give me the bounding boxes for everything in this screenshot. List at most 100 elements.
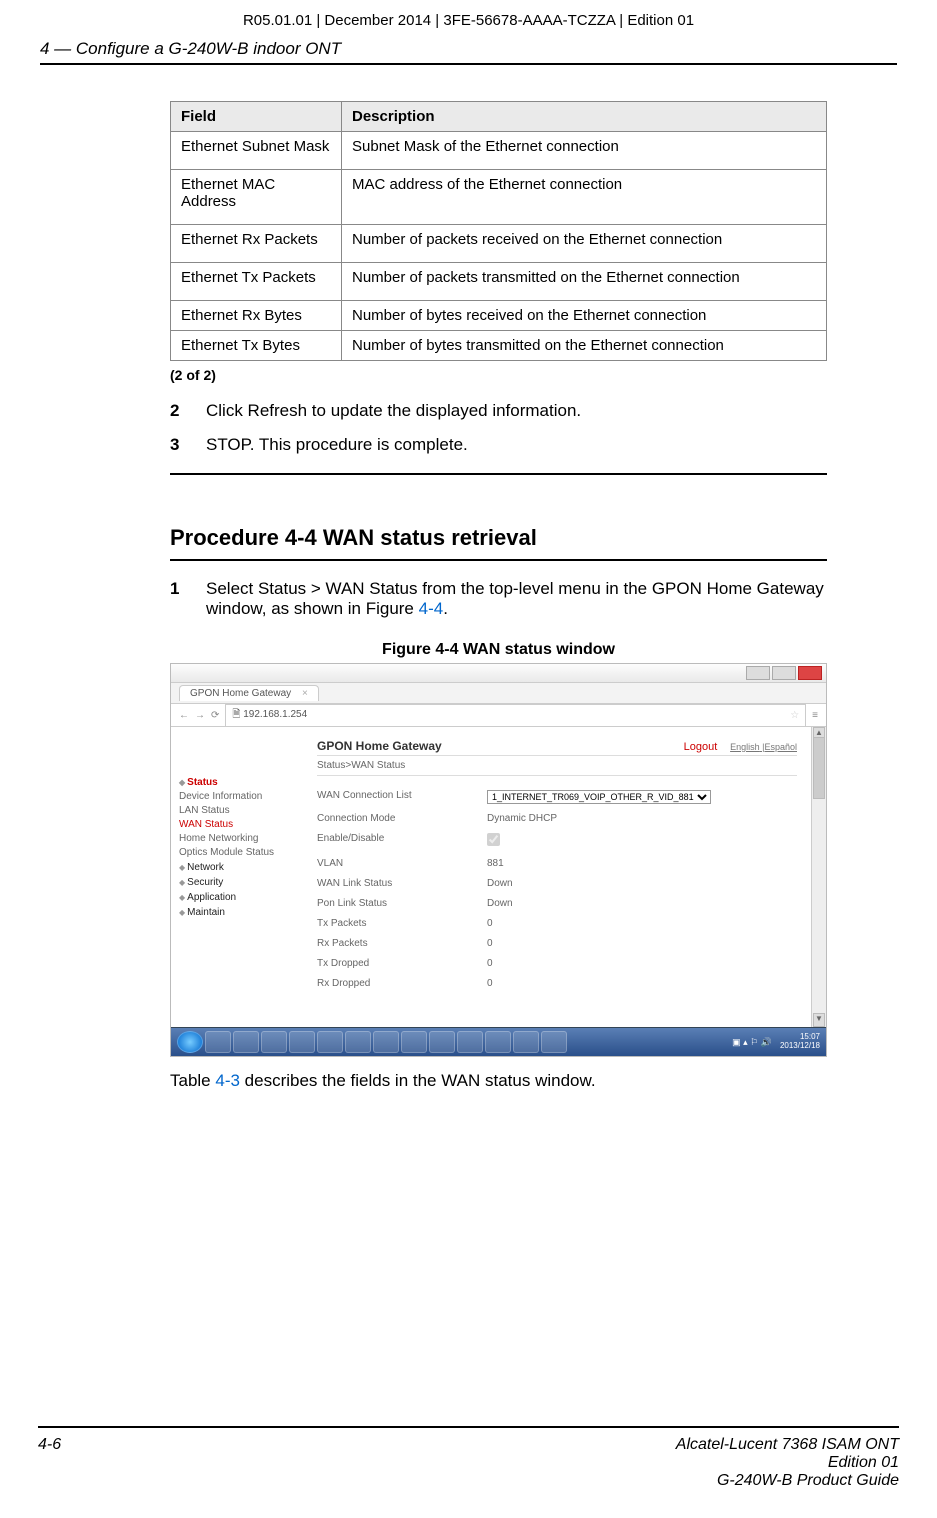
figure-wan-status-window: GPON Home Gateway × ← → ⟳ 🗎 192.168.1.25… (170, 663, 827, 1057)
row-wan-connection-list: WAN Connection List 1_INTERNET_TR069_VOI… (317, 790, 797, 804)
lang-espanol[interactable]: Español (764, 742, 797, 752)
value: 0 (487, 958, 493, 969)
taskbar-icon[interactable] (429, 1031, 455, 1053)
label: Pon Link Status (317, 898, 487, 909)
table-row: Ethernet Tx PacketsNumber of packets tra… (171, 263, 827, 301)
step-text: STOP. This procedure is complete. (206, 435, 827, 455)
step-text-pre: Select Status > WAN Status from the top-… (206, 579, 824, 618)
taskbar-icon[interactable] (541, 1031, 567, 1053)
footer-line1: Alcatel-Lucent 7368 ISAM ONT (676, 1436, 899, 1454)
field-description-table: Field Description Ethernet Subnet MaskSu… (170, 101, 827, 361)
cell-field: Ethernet Tx Bytes (171, 331, 342, 361)
footer-line2: Edition 01 (676, 1454, 899, 1472)
sidebar-group-status[interactable]: Status (179, 777, 299, 788)
sidebar-item-home-networking[interactable]: Home Networking (179, 833, 299, 844)
post-fig-post: describes the fields in the WAN status w… (240, 1071, 596, 1090)
taskbar-icon[interactable] (373, 1031, 399, 1053)
procedure-heading: Procedure 4-4 WAN status retrieval (170, 525, 827, 551)
back-icon[interactable]: ← (179, 710, 189, 721)
sidebar-item-optics-module-status[interactable]: Optics Module Status (179, 847, 299, 858)
step: 3 STOP. This procedure is complete. (170, 435, 827, 455)
bookmark-icon[interactable]: ☆ (790, 710, 799, 721)
value: Down (487, 898, 513, 909)
scroll-thumb[interactable] (813, 737, 825, 799)
minimize-icon[interactable] (746, 666, 770, 680)
taskbar-icon[interactable] (233, 1031, 259, 1053)
browser-tab-row: GPON Home Gateway × (171, 683, 826, 704)
taskbar-icon[interactable] (317, 1031, 343, 1053)
cell-field: Ethernet MAC Address (171, 170, 342, 225)
wan-connection-select[interactable]: 1_INTERNET_TR069_VOIP_OTHER_R_VID_881 (487, 790, 711, 804)
taskbar: ▣ ▴ ⚐ 🔊 15:07 2013/12/18 (171, 1027, 826, 1056)
lang-english[interactable]: English (730, 742, 760, 752)
sidebar-item-wan-status[interactable]: WAN Status (179, 819, 299, 830)
brand-title: GPON Home Gateway (317, 739, 442, 753)
browser-tab[interactable]: GPON Home Gateway × (179, 685, 319, 701)
forward-icon[interactable]: → (195, 710, 205, 721)
sidebar-group-application[interactable]: Application (179, 892, 299, 903)
doc-meta: R05.01.01 | December 2014 | 3FE-56678-AA… (40, 12, 897, 29)
value: 0 (487, 918, 493, 929)
row-rx-packets: Rx Packets 0 (317, 938, 797, 949)
value: 0 (487, 938, 493, 949)
step-text-post: . (443, 599, 448, 618)
taskbar-icon[interactable] (401, 1031, 427, 1053)
sidebar-group-maintain[interactable]: Maintain (179, 907, 299, 918)
th-field: Field (171, 102, 342, 132)
procedure-steps-a: 2 Click Refresh to update the displayed … (170, 401, 827, 455)
sidebar-group-network[interactable]: Network (179, 862, 299, 873)
taskbar-icon[interactable] (289, 1031, 315, 1053)
table-link[interactable]: 4-3 (215, 1071, 240, 1090)
address-bar-row: ← → ⟳ 🗎 192.168.1.254 ☆ ≡ (171, 704, 826, 727)
breadcrumb: Status>WAN Status (317, 755, 797, 776)
label: Rx Packets (317, 938, 487, 949)
table-row: Ethernet Subnet MaskSubnet Mask of the E… (171, 132, 827, 170)
maximize-icon[interactable] (772, 666, 796, 680)
scroll-down-icon[interactable]: ▼ (813, 1013, 825, 1027)
main-panel: GPON Home Gateway Logout English |Españo… (303, 727, 811, 1027)
menu-icon[interactable]: ≡ (812, 710, 818, 721)
sidebar-item-device-info[interactable]: Device Information (179, 791, 299, 802)
figure-link[interactable]: 4-4 (419, 599, 444, 618)
footer-rule (38, 1426, 899, 1428)
window-titlebar (171, 664, 826, 683)
step-number: 1 (170, 579, 206, 619)
label: Enable/Disable (317, 833, 487, 849)
cell-desc: Number of packets received on the Ethern… (342, 225, 827, 263)
label: VLAN (317, 858, 487, 869)
step-text: Select Status > WAN Status from the top-… (206, 579, 827, 619)
enable-checkbox[interactable] (487, 833, 500, 846)
row-enable-disable: Enable/Disable (317, 833, 797, 849)
row-pon-link-status: Pon Link Status Down (317, 898, 797, 909)
row-tx-dropped: Tx Dropped 0 (317, 958, 797, 969)
row-vlan: VLAN 881 (317, 858, 797, 869)
tab-title: GPON Home Gateway (190, 688, 291, 699)
table-page-indicator: (2 of 2) (170, 367, 827, 383)
url-input[interactable]: 🗎 192.168.1.254 ☆ (225, 704, 806, 727)
system-tray[interactable]: ▣ ▴ ⚐ 🔊 (732, 1037, 772, 1048)
taskbar-icon[interactable] (261, 1031, 287, 1053)
clock-date: 2013/12/18 (780, 1042, 820, 1051)
start-icon[interactable] (177, 1031, 203, 1053)
tab-close-icon[interactable]: × (302, 688, 308, 699)
table-row: Ethernet Tx BytesNumber of bytes transmi… (171, 331, 827, 361)
page-icon: 🗎 (232, 709, 240, 720)
value: Down (487, 878, 513, 889)
taskbar-icon[interactable] (457, 1031, 483, 1053)
sidebar-item-lan-status[interactable]: LAN Status (179, 805, 299, 816)
cell-desc: Number of packets transmitted on the Eth… (342, 263, 827, 301)
clock: 15:07 2013/12/18 (780, 1033, 820, 1051)
taskbar-icon[interactable] (345, 1031, 371, 1053)
reload-icon[interactable]: ⟳ (211, 710, 219, 721)
sidebar-group-security[interactable]: Security (179, 877, 299, 888)
row-rx-dropped: Rx Dropped 0 (317, 978, 797, 989)
scrollbar[interactable]: ▲ ▼ (811, 727, 826, 1027)
taskbar-icon[interactable] (205, 1031, 231, 1053)
section-title: 4 — Configure a G-240W-B indoor ONT (40, 39, 897, 59)
taskbar-icon[interactable] (485, 1031, 511, 1053)
step: 2 Click Refresh to update the displayed … (170, 401, 827, 421)
taskbar-icon[interactable] (513, 1031, 539, 1053)
row-tx-packets: Tx Packets 0 (317, 918, 797, 929)
close-icon[interactable] (798, 666, 822, 680)
logout-link[interactable]: Logout (684, 741, 718, 753)
